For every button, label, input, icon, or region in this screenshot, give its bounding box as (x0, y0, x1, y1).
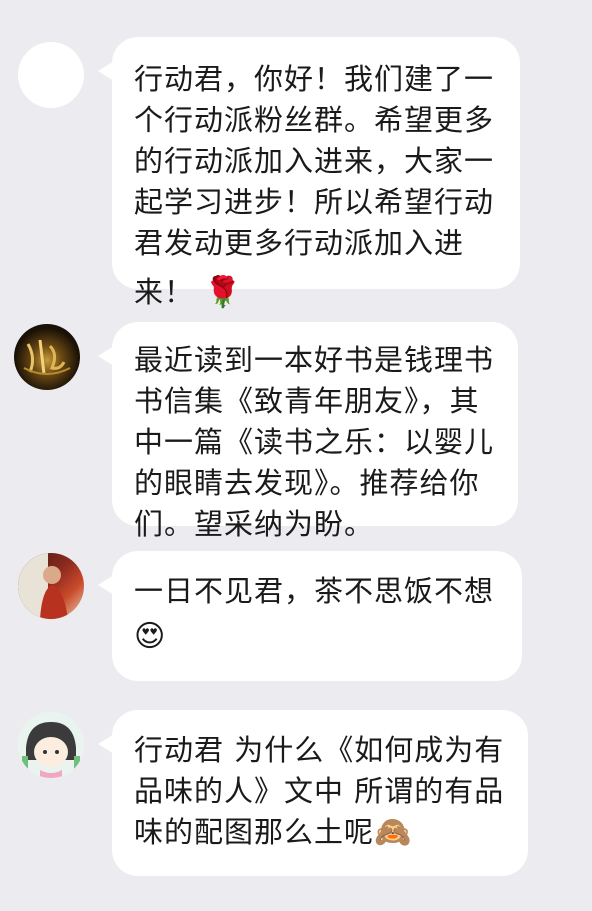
message-line: 的眼睛去发现》。推荐给你 (134, 466, 480, 500)
message-line: 一日不见君，茶不思饭不想 (134, 574, 495, 608)
message-line: 行动君，你好！我们建了一 (134, 62, 495, 96)
message-bubble: 行动君 为什么《如何成为有 品味的人》文中 所谓的有品 味的配图那么土呢🙈 (98, 710, 528, 876)
message-line: 品味的人》文中 所谓的有品 (134, 774, 505, 808)
message-line: 中一篇《读书之乐：以婴儿 (134, 425, 495, 459)
message-line: 书信集《致青年朋友》，其 (134, 384, 480, 418)
message-line: 个行动派粉丝群。希望更多 (134, 103, 495, 137)
avatar[interactable] (18, 553, 84, 619)
message-bubble: 最近读到一本好书是钱理书 书信集《致青年朋友》，其 中一篇《读书之乐：以婴儿 的… (98, 322, 518, 541)
avatar[interactable] (18, 42, 84, 108)
rose-icon: 🌹 (204, 275, 243, 310)
message-line: 们。望采纳为盼。 (134, 507, 375, 541)
message-bubble: 行动君，你好！我们建了一 个行动派粉丝群。希望更多 的行动派加入进来，大家一 起… (98, 37, 520, 310)
see-no-evil-monkey-icon: 🙈 (374, 815, 413, 850)
message-line: 起学习进步！所以希望行动 (134, 185, 495, 219)
portrait-icon (18, 553, 68, 619)
cartoon-girl-icon (18, 712, 84, 778)
message-line: 的行动派加入进来，大家一 (134, 144, 495, 178)
message-line: 最近读到一本好书是钱理书 (134, 343, 495, 377)
avatar[interactable] (14, 324, 80, 390)
heart-eyes-icon: 😍 (134, 619, 167, 654)
message-line: 君发动更多行动派加入进 (134, 226, 465, 260)
logo-icon (23, 339, 71, 375)
message-line: 味的配图那么土呢 (134, 815, 375, 849)
message-line: 来！ (134, 275, 195, 309)
message-bubble: 一日不见君，茶不思饭不想 😍 (98, 551, 522, 681)
message-line: 行动君 为什么《如何成为有 (134, 733, 505, 767)
avatar[interactable] (18, 712, 84, 778)
